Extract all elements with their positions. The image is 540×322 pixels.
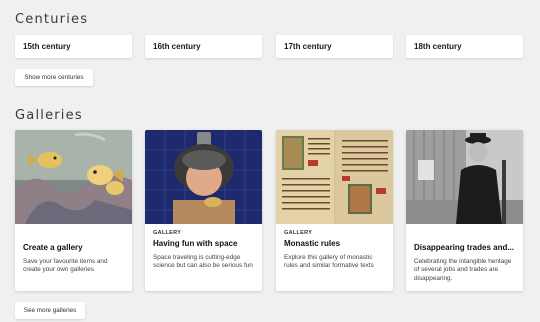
centuries-heading: Centuries xyxy=(15,12,89,27)
gallery-card-trades[interactable]: Disappearing trades and... Celebrating t… xyxy=(406,130,523,291)
card-title: Having fun with space xyxy=(153,239,238,248)
galleries-heading: Galleries xyxy=(15,108,83,123)
card-description: Celebrating the intangible heritage of s… xyxy=(414,258,512,282)
gallery-card-space[interactable]: GALLERY Having fun with space Space trav… xyxy=(145,130,262,291)
card-type-label: GALLERY xyxy=(284,230,313,236)
card-description: Space traveling is cutting-edge science … xyxy=(153,254,253,270)
century-17th[interactable]: 17th century xyxy=(276,35,393,58)
card-type-label xyxy=(23,230,124,238)
gallery-card-create[interactable]: Create a gallery Save your favourite ite… xyxy=(15,130,132,291)
card-title: Create a gallery xyxy=(23,243,83,252)
card-description: Save your favourite items and create you… xyxy=(23,258,108,274)
see-more-galleries-button[interactable]: See more galleries xyxy=(15,302,85,319)
chimney-sweep-photo xyxy=(406,130,523,224)
century-18th[interactable]: 18th century xyxy=(406,35,523,58)
card-type-label: GALLERY xyxy=(153,230,182,236)
card-title: Disappearing trades and... xyxy=(414,243,515,252)
space-helmet-image xyxy=(145,130,262,224)
card-type-label xyxy=(414,230,515,238)
show-more-centuries-button[interactable]: Show more centuries xyxy=(15,69,93,86)
card-description: Explore this gallery of monastic rules a… xyxy=(284,254,374,270)
manuscript-image xyxy=(276,130,393,224)
card-title: Monastic rules xyxy=(284,239,341,248)
fish-illustration-image xyxy=(15,130,132,224)
century-15th[interactable]: 15th century xyxy=(15,35,132,58)
gallery-card-monastic[interactable]: GALLERY Monastic rules Explore this gall… xyxy=(276,130,393,291)
century-16th[interactable]: 16th century xyxy=(145,35,262,58)
